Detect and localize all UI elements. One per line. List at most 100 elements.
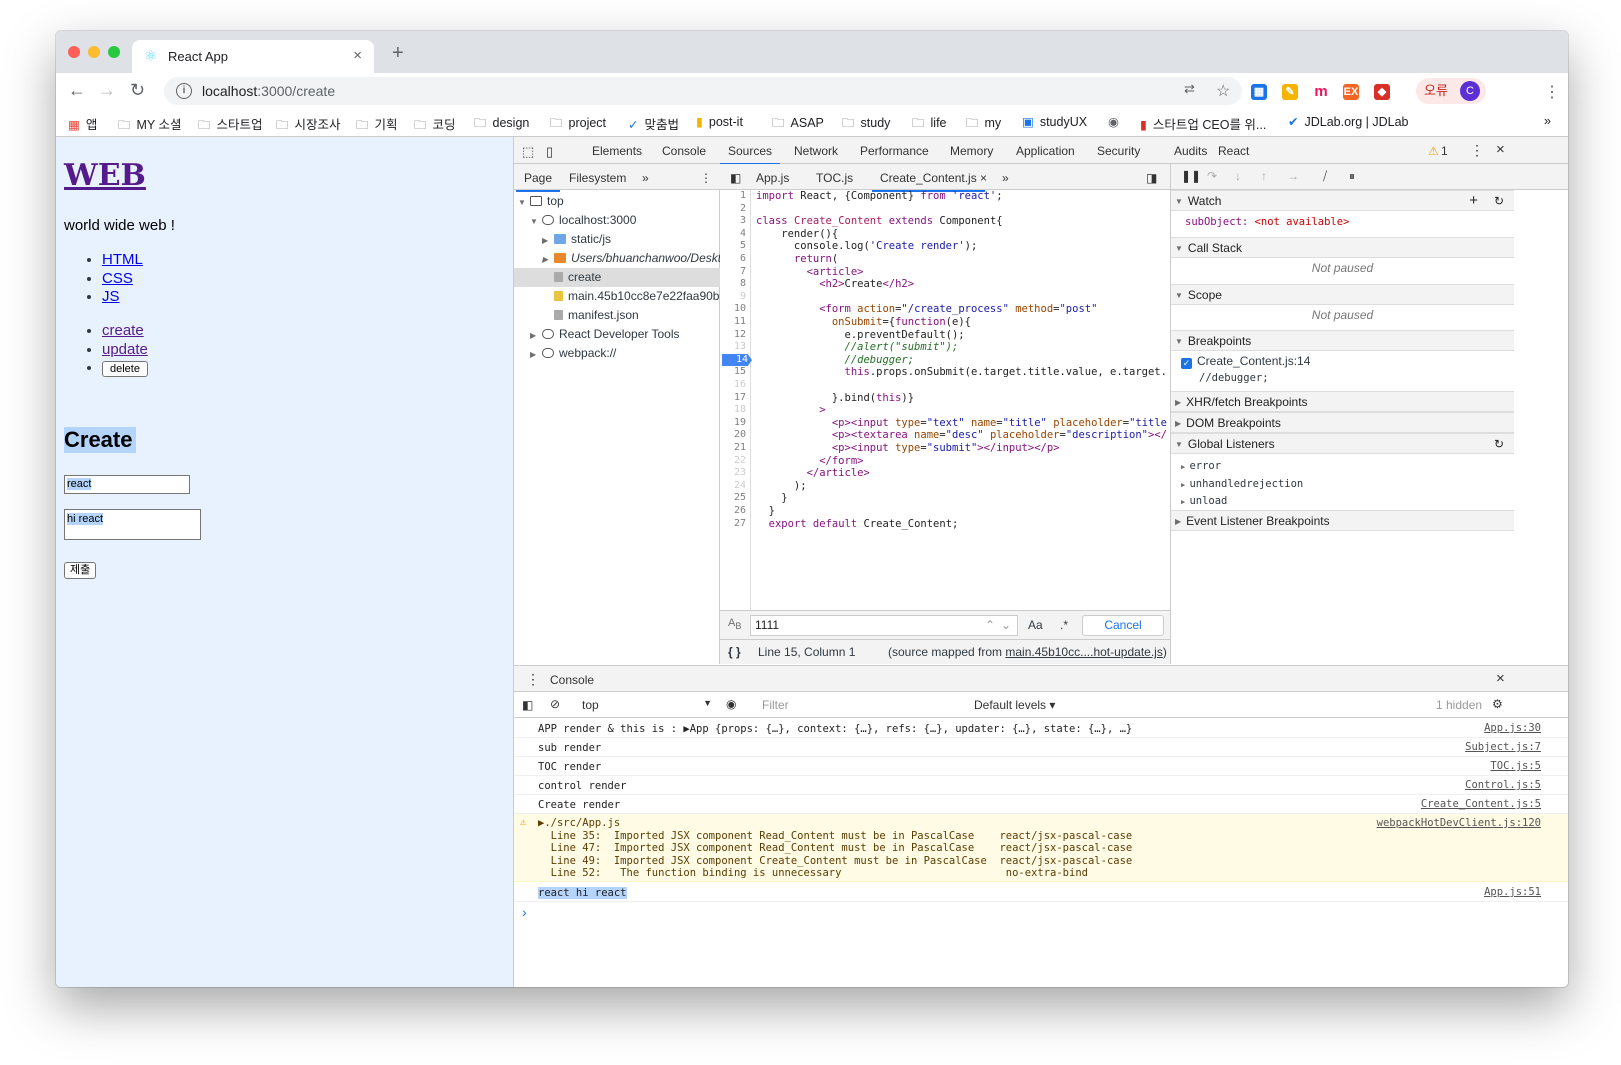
console-message[interactable]: sub render Subject.js:7 [514,738,1568,757]
tab-filesystem[interactable]: Filesystem [569,171,626,185]
line-number[interactable]: 21 [734,442,746,455]
extension-palette-icon[interactable]: ✎ [1282,84,1298,100]
log-levels-dropdown[interactable]: Default levels ▾ [974,698,1055,712]
delete-button[interactable]: delete [102,361,148,377]
line-number[interactable]: 1 [740,190,746,203]
bookmark-item[interactable]: 🗀 스타트업 [198,114,263,137]
drawer-menu-icon[interactable]: ⋮ [526,671,540,688]
add-watch-icon[interactable]: + [1469,191,1478,211]
expand-arrow-icon[interactable]: ▼ [518,193,528,211]
title-input[interactable]: react [64,475,190,494]
source-map-link[interactable]: main.45b10cc....hot-update.js [1005,645,1162,659]
list-item[interactable]: ▶ unhandledrejection [1181,476,1514,494]
step-out-icon[interactable]: ↑ [1261,169,1267,183]
tab-performance[interactable]: Performance [860,144,929,158]
expand-arrow-icon[interactable]: ▼ [530,212,540,230]
line-number[interactable]: 15 [734,366,746,379]
expand-arrow-icon[interactable]: ▶ [530,345,540,363]
expand-arrow-icon[interactable]: ▶ [530,326,540,344]
next-match-icon[interactable]: ⌄ [1001,618,1011,632]
line-number[interactable]: 6 [740,253,746,266]
editor-tab-toc[interactable]: TOC.js [816,171,853,185]
breakpoints-section[interactable]: ▼ Breakpoints [1171,330,1514,351]
more-tabs-icon[interactable]: » [642,171,649,185]
address-bar[interactable]: i localhost:3000/create ⇄ ☆ [164,77,1242,105]
message-source-link[interactable]: Subject.js:7 [1465,741,1541,754]
breakpoint-marker[interactable]: 14 [722,353,752,367]
bookmarks-more-icon[interactable]: » [1544,114,1551,128]
list-item[interactable]: ▶ unload [1181,493,1514,511]
bookmark-item[interactable]: 🗀 기획 [356,114,398,137]
devtools-menu-icon[interactable]: ⋮ [1470,142,1484,159]
scope-section[interactable]: ▼ Scope [1171,284,1514,305]
bookmark-item[interactable]: 🗀 my [966,114,1001,135]
reload-icon[interactable]: ↻ [130,80,145,101]
tree-item[interactable]: manifest.json [514,306,720,325]
warning-count[interactable]: 1 [1441,144,1448,158]
line-number[interactable]: 19 [734,417,746,430]
line-number[interactable]: 4 [740,228,746,241]
bookmark-item[interactable]: ▮ post-it [696,114,743,129]
message-source-link[interactable]: App.js:30 [1484,722,1541,735]
bookmark-globe[interactable]: ◉ [1108,114,1125,129]
tree-item[interactable]: ▼ localhost:3000 [514,211,720,230]
tab-elements[interactable]: Elements [592,144,642,158]
global-listeners-section[interactable]: ▼ Global Listeners ↻ [1171,433,1514,454]
call-stack-section[interactable]: ▼ Call Stack [1171,237,1514,258]
tree-item[interactable]: ▶ webpack:// [514,344,720,363]
list-item[interactable]: ▶ error [1181,458,1514,476]
toc-link[interactable]: HTML [102,251,143,268]
profile-error-button[interactable]: 오류 C [1416,78,1486,104]
pause-icon[interactable]: ❚❚ [1181,169,1201,183]
navigator-menu-icon[interactable]: ⋮ [700,171,712,185]
bookmark-item[interactable]: 🗀 life [912,114,947,135]
tree-item[interactable]: ▶ static/js [514,230,720,249]
expand-arrow-icon[interactable]: ▶ [542,250,552,268]
close-devtools-icon[interactable]: × [1496,141,1505,158]
zoom-window-button[interactable] [108,46,120,58]
line-number[interactable]: 27 [734,518,746,531]
watch-section[interactable]: ▼ Watch + ↻ [1171,190,1514,211]
refresh-icon[interactable]: ↻ [1494,191,1504,211]
submit-button[interactable]: 제출 [64,562,97,579]
pause-on-exceptions-icon[interactable]: ⏸ [1349,169,1355,184]
new-tab-button[interactable]: + [392,42,404,65]
line-number[interactable]: 17 [734,392,746,405]
line-number[interactable]: 22 [734,455,746,468]
tab-application[interactable]: Application [1016,144,1075,158]
event-listener-breakpoints-section[interactable]: ▶ Event Listener Breakpoints [1171,510,1514,531]
page-title-link[interactable]: WEB [64,158,146,193]
bookmark-item[interactable]: ✓ 맞춤법 [628,114,679,133]
description-textarea[interactable]: hi react [64,509,201,540]
watch-item[interactable]: subObject: <not available> [1171,212,1514,234]
line-number[interactable]: 16 [734,379,746,392]
device-toolbar-icon[interactable]: ▯ [546,144,553,160]
breakpoint-entry[interactable]: ✓ Create_Content.js:14 //debugger; [1171,354,1514,384]
line-number[interactable]: 23 [734,467,746,480]
refresh-icon[interactable]: ↻ [1494,434,1504,454]
bookmark-star-icon[interactable]: ☆ [1216,81,1230,101]
expand-arrow-icon[interactable]: ▶ [542,231,552,249]
previous-match-icon[interactable]: ⌃ [985,618,995,632]
warning-icon[interactable]: ⚠ [1428,144,1439,158]
close-tab-icon[interactable]: × [353,47,362,64]
tab-console-drawer[interactable]: Console [541,673,603,694]
line-number-gutter[interactable]: 1 2 3 4 5 6 7 8 9 10 11 12 13 14 15 16 1… [720,190,752,610]
close-window-button[interactable] [68,46,80,58]
step-over-icon[interactable]: ↷ [1207,169,1217,183]
inspect-element-icon[interactable]: ⬚ [522,144,534,160]
line-number[interactable]: 5 [740,240,746,253]
editor-tab-app[interactable]: App.js [756,171,789,185]
regex-toggle[interactable]: .* [1060,618,1068,632]
dom-breakpoints-section[interactable]: ▶ DOM Breakpoints [1171,412,1514,433]
bookmark-item[interactable]: 🗀 MY 소셜 [118,114,182,137]
line-number[interactable]: 13 [734,341,746,354]
extension-red-icon[interactable]: ◆ [1374,84,1390,100]
bookmark-item[interactable]: ▣ studyUX [1022,114,1087,129]
url-text[interactable]: localhost:3000/create [202,83,335,99]
replace-toggle-icon[interactable]: AB [728,617,741,631]
tab-react[interactable]: React [1218,144,1249,158]
tree-item[interactable]: ▼ top [514,192,720,211]
tree-item[interactable]: ▶ Users/bhuanchanwoo/Deskt [514,249,720,268]
bookmark-apps[interactable]: ▦ 앱 [68,114,97,133]
